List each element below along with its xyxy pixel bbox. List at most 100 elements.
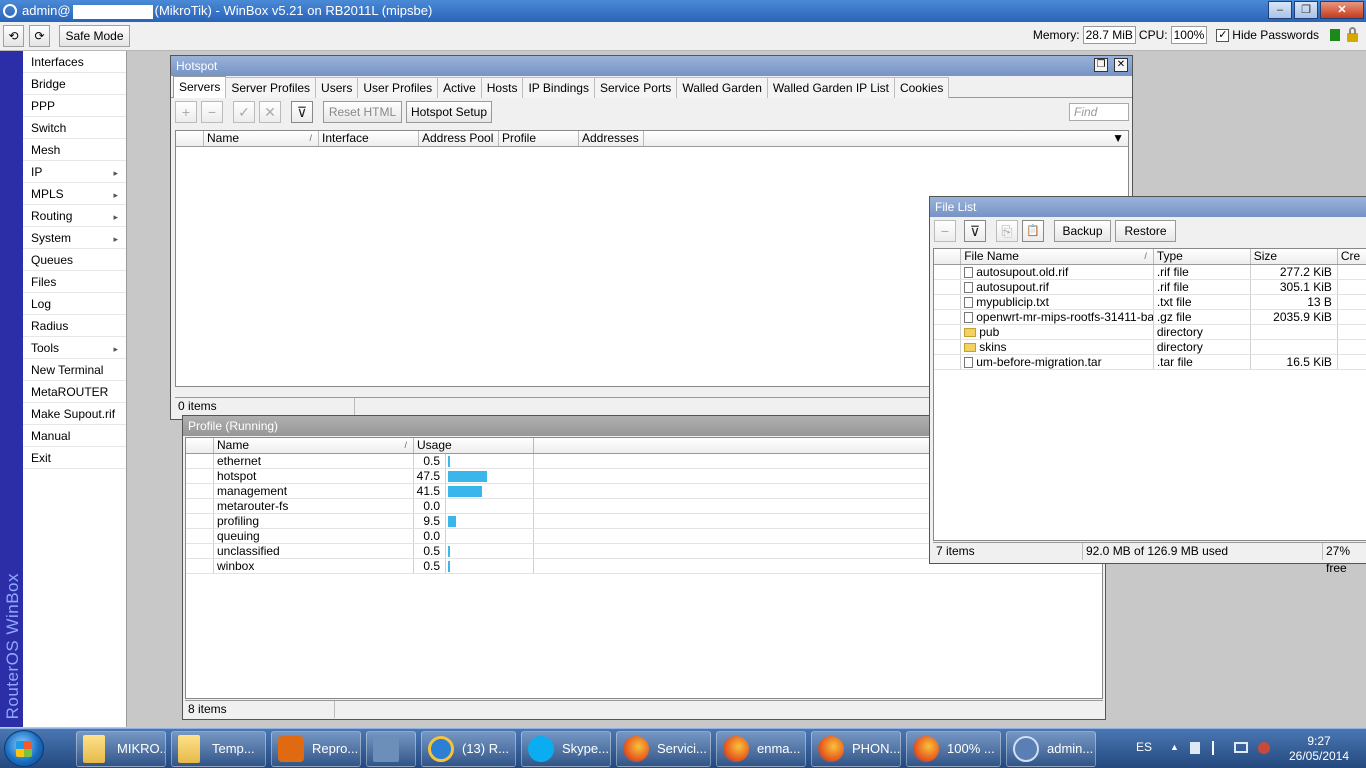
safe-mode-button[interactable]: Safe Mode	[59, 25, 130, 47]
profile-item-count: 8 items	[185, 701, 335, 718]
volume-icon[interactable]	[1190, 742, 1200, 754]
tab-servers[interactable]: Servers	[173, 76, 227, 98]
find-input[interactable]: Find	[1069, 103, 1129, 121]
tab-walled-garden[interactable]: Walled Garden	[676, 77, 768, 98]
undo-button[interactable]: ⟲	[3, 25, 24, 47]
taskbar-button-ff[interactable]: 100% ...	[906, 731, 1001, 767]
menu-item-bridge[interactable]: Bridge	[23, 73, 126, 95]
paste-icon[interactable]: 📋	[1022, 220, 1044, 242]
close-button[interactable]: ✕	[1320, 1, 1364, 19]
reset-html-button[interactable]: Reset HTML	[323, 101, 402, 123]
restore-window-button[interactable]: ❐	[1094, 58, 1108, 72]
taskbar-button-repro[interactable]: Repro...	[271, 731, 361, 767]
columns-menu-icon[interactable]: ▼	[644, 131, 1128, 146]
tab-users[interactable]: Users	[315, 77, 359, 98]
menu-item-system[interactable]: System ▸	[23, 227, 126, 249]
menu-item-radius[interactable]: Radius	[23, 315, 126, 337]
language-indicator[interactable]: ES	[1136, 740, 1152, 754]
hide-passwords-checkbox[interactable]: ✓	[1216, 28, 1230, 42]
start-button[interactable]	[4, 730, 44, 767]
taskbar-button-folder[interactable]: Temp...	[171, 731, 266, 767]
tab-walled-garden-ip-list[interactable]: Walled Garden IP List	[766, 77, 895, 98]
restore-button[interactable]: Restore	[1115, 220, 1176, 242]
menu-item-exit[interactable]: Exit	[23, 447, 126, 469]
menu-item-tools[interactable]: Tools ▸	[23, 337, 126, 359]
tab-service-ports[interactable]: Service Ports	[593, 77, 678, 98]
col-interface[interactable]: Interface	[319, 131, 419, 146]
taskbar-button-ff[interactable]: Servici...	[616, 731, 711, 767]
menu-item-ip[interactable]: IP ▸	[23, 161, 126, 183]
col-address-pool[interactable]: Address Pool	[419, 131, 499, 146]
menu-item-make-supout-rif[interactable]: Make Supout.rif	[23, 403, 126, 425]
table-row[interactable]: autosupout.old.rif .rif file 277.2 KiB	[934, 265, 1366, 280]
maximize-button[interactable]: ❐	[1294, 1, 1318, 19]
disable-button[interactable]: ✕	[259, 101, 281, 123]
col-type[interactable]: Type	[1154, 249, 1251, 264]
taskbar-button-ie[interactable]: (13) R...	[421, 731, 516, 767]
menu-item-manual[interactable]: Manual	[23, 425, 126, 447]
menu-item-log[interactable]: Log	[23, 293, 126, 315]
taskbar-button-ff[interactable]: PHON...	[811, 731, 901, 767]
file-created	[1338, 295, 1366, 309]
copy-icon[interactable]: ⎘	[996, 220, 1018, 242]
col-name[interactable]: Name /	[204, 131, 319, 146]
table-row[interactable]: skins directory	[934, 340, 1366, 355]
menu-item-files[interactable]: Files	[23, 271, 126, 293]
col-size[interactable]: Size	[1251, 249, 1338, 264]
taskbar-button-winbox[interactable]: admin...	[1006, 731, 1096, 767]
menu-item-metarouter[interactable]: MetaROUTER	[23, 381, 126, 403]
redo-button[interactable]: ⟳	[29, 25, 50, 47]
menu-item-switch[interactable]: Switch	[23, 117, 126, 139]
col-created[interactable]: Cre	[1338, 249, 1366, 264]
table-row[interactable]: autosupout.rif .rif file 305.1 KiB	[934, 280, 1366, 295]
add-button[interactable]: +	[175, 101, 197, 123]
menu-item-queues[interactable]: Queues	[23, 249, 126, 271]
menu-item-ppp[interactable]: PPP	[23, 95, 126, 117]
tab-active[interactable]: Active	[437, 77, 482, 98]
row-marker	[934, 295, 962, 309]
storage-free: 27% free	[1326, 544, 1351, 575]
table-row[interactable]: mypublicip.txt .txt file 13 B	[934, 295, 1366, 310]
tray-app-icon[interactable]	[1258, 742, 1270, 754]
taskbar-button-skype[interactable]: Skype...	[521, 731, 611, 767]
col-name[interactable]: Name /	[214, 438, 414, 453]
filter-icon[interactable]: ⊽	[291, 101, 313, 123]
enable-button[interactable]: ✓	[233, 101, 255, 123]
tab-cookies[interactable]: Cookies	[893, 77, 950, 98]
table-row[interactable]: openwrt-mr-mips-rootfs-31411-basic.....g…	[934, 310, 1366, 325]
backup-button[interactable]: Backup	[1054, 220, 1111, 242]
remove-button[interactable]: −	[934, 220, 956, 242]
row-marker-column	[186, 438, 214, 453]
tab-hosts[interactable]: Hosts	[480, 77, 524, 98]
taskbar-button-ff[interactable]: enma...	[716, 731, 806, 767]
clock[interactable]: 9:27 26/05/2014	[1284, 734, 1354, 764]
close-window-button[interactable]: ✕	[1114, 58, 1128, 72]
tab-server-profiles[interactable]: Server Profiles	[225, 77, 317, 98]
menu-item-label: Switch	[31, 121, 67, 135]
col-usage[interactable]: Usage	[414, 438, 534, 453]
remove-button[interactable]: −	[201, 101, 223, 123]
menu-item-mpls[interactable]: MPLS ▸	[23, 183, 126, 205]
menu-item-mesh[interactable]: Mesh	[23, 139, 126, 161]
filter-icon[interactable]: ⊽	[964, 220, 986, 242]
menu-item-routing[interactable]: Routing ▸	[23, 205, 126, 227]
taskbar-button-calc[interactable]	[366, 731, 416, 767]
table-row[interactable]: um-before-migration.tar .tar file 16.5 KiB	[934, 355, 1366, 370]
menu-item-new-terminal[interactable]: New Terminal	[23, 359, 126, 381]
file-list-title-bar[interactable]: File List	[930, 197, 1366, 217]
file-name-cell: pub	[961, 325, 1154, 339]
menu-item-interfaces[interactable]: Interfaces	[23, 51, 126, 73]
col-file-name[interactable]: File Name /	[961, 249, 1154, 264]
tab-user-profiles[interactable]: User Profiles	[357, 77, 439, 98]
col-profile[interactable]: Profile	[499, 131, 579, 146]
tab-ip-bindings[interactable]: IP Bindings	[522, 77, 595, 98]
action-center-flag-icon[interactable]	[1212, 741, 1222, 755]
show-hidden-icons-button[interactable]: ▲	[1170, 742, 1179, 752]
hotspot-window-title-bar[interactable]: Hotspot ❐ ✕	[171, 56, 1132, 76]
table-row[interactable]: pub directory	[934, 325, 1366, 340]
network-icon[interactable]	[1234, 742, 1248, 753]
minimize-button[interactable]: –	[1268, 1, 1292, 19]
col-addresses[interactable]: Addresses ...	[579, 131, 644, 146]
hotspot-setup-button[interactable]: Hotspot Setup	[406, 101, 492, 123]
taskbar-button-folder[interactable]: MIKRO...	[76, 731, 166, 767]
